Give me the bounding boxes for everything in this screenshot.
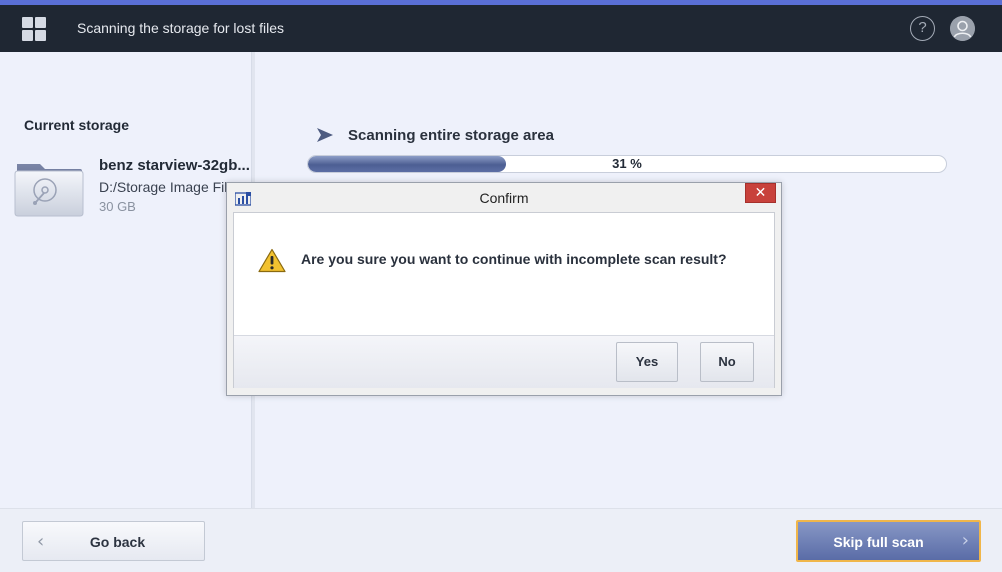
no-button[interactable]: No [700, 342, 754, 382]
scan-status-label: Scanning entire storage area [348, 127, 554, 144]
current-storage-label: Current storage [24, 117, 130, 133]
progress-percent: 31 % [612, 156, 642, 171]
help-icon[interactable]: ? [910, 16, 935, 41]
scan-progress-bar: 31 % [307, 155, 947, 173]
close-button[interactable]: ✕ [745, 183, 776, 203]
grid-icon[interactable] [22, 17, 46, 41]
dialog-message: Are you sure you want to continue with i… [301, 251, 727, 267]
go-back-label: Go back [89, 534, 146, 550]
play-arrow-icon [316, 127, 334, 147]
accent-strip [0, 0, 1002, 5]
yes-button[interactable]: Yes [616, 342, 678, 382]
storage-path: D:/Storage Image File [99, 179, 229, 195]
dialog-title: Confirm [479, 190, 529, 206]
confirm-dialog: Confirm ✕ Are you sure you want to conti… [226, 182, 782, 396]
dialog-body: Are you sure you want to continue with i… [233, 212, 775, 388]
dialog-footer: Yes No [234, 335, 774, 388]
title-bar: Scanning the storage for lost files ? [0, 0, 1002, 52]
storage-size: 30 GB [99, 199, 136, 214]
skip-full-scan-label: Skip full scan [833, 534, 924, 550]
chevron-right-icon: › [961, 530, 969, 551]
go-back-button[interactable]: ‹ Go back [22, 521, 205, 561]
warning-icon [258, 248, 286, 277]
user-icon[interactable] [950, 16, 975, 41]
storage-name: benz starview-32gb... [99, 157, 250, 174]
skip-full-scan-button[interactable]: Skip full scan › [796, 520, 981, 562]
window-title: Scanning the storage for lost files [77, 20, 285, 36]
drive-icon [14, 158, 84, 218]
